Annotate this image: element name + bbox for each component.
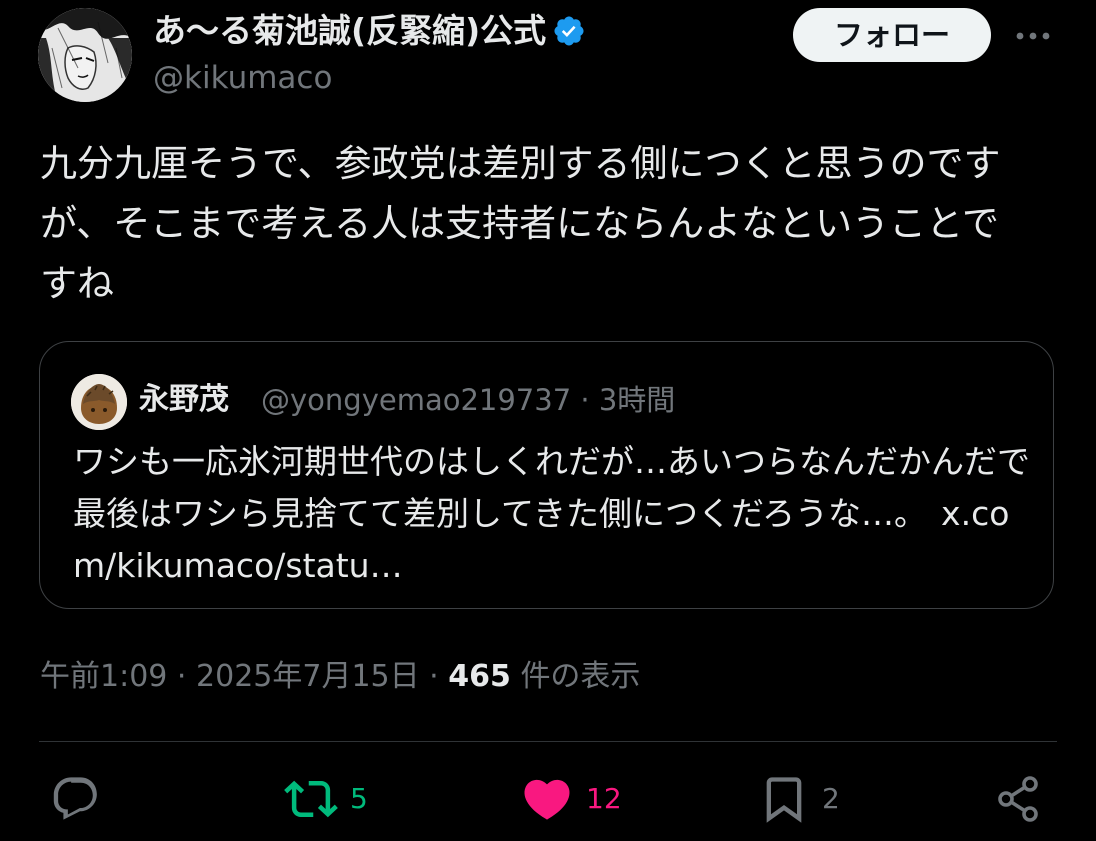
manga-portrait-avatar-icon [38, 8, 132, 102]
quote-text: ワシも一応氷河期世代のはしくれだが…あいつらなんだかんだで最後はワシら見捨てて差… [73, 436, 1033, 592]
meta-separator-2: · [429, 659, 439, 694]
quoted-tweet[interactable]: 永野茂 @yongyemao219737 · 3時間 ワシも一応氷河期世代のはし… [39, 341, 1054, 609]
views-label: 件の表示 [520, 659, 641, 694]
share-button[interactable] [994, 770, 1044, 828]
views-count: 465 [448, 659, 511, 694]
like-count: 12 [586, 782, 622, 815]
reply-button[interactable] [50, 770, 102, 828]
tweet-text: 九分九厘そうで、参政党は差別する側につくと思うのですが、そこまで考える人は支持者… [40, 142, 1001, 305]
author-handle[interactable]: @kikumaco [153, 56, 332, 100]
retweet-count: 5 [350, 782, 368, 815]
quote-author-name[interactable]: 永野茂 [139, 378, 229, 422]
quote-separator: · [580, 383, 590, 417]
chestnut-avatar-icon [71, 374, 127, 430]
bookmark-button[interactable]: 2 [758, 770, 840, 828]
quote-time[interactable]: 3時間 [599, 383, 675, 417]
author-display-name[interactable]: あ〜る菊池誠(反緊縮)公式 [153, 8, 586, 54]
more-horizontal-icon [1016, 32, 1050, 40]
verified-badge-icon [554, 16, 584, 46]
quote-author-meta: @yongyemao219737 · 3時間 [261, 378, 675, 422]
tweet-time[interactable]: 午前1:09 [40, 659, 167, 694]
tweet-detail: あ〜る菊池誠(反緊縮)公式 @kikumaco フォロー 九分九厘そうで、参政党… [0, 0, 1096, 841]
share-icon [998, 776, 1038, 822]
author-name-text: あ〜る菊池誠(反緊縮)公式 [153, 11, 547, 50]
bookmark-icon [766, 777, 802, 823]
heart-icon [524, 779, 570, 820]
author-avatar[interactable] [38, 8, 132, 102]
retweet-icon [284, 780, 338, 818]
tweet-date[interactable]: 2025年7月15日 [196, 659, 420, 694]
bookmark-count: 2 [822, 782, 840, 815]
divider [39, 741, 1057, 742]
reply-icon [53, 777, 97, 820]
like-button[interactable]: 12 [520, 770, 622, 828]
tweet-meta: 午前1:09 · 2025年7月15日 · 465 件の表示 [40, 654, 640, 700]
quote-text-body: ワシも一応氷河期世代のはしくれだが…あいつらなんだかんだで最後はワシら見捨てて差… [73, 442, 1030, 533]
quote-author-handle[interactable]: @yongyemao219737 [261, 383, 571, 417]
more-options-button[interactable] [1012, 18, 1056, 54]
quote-author-avatar[interactable] [71, 374, 127, 430]
retweet-button[interactable]: 5 [284, 770, 368, 828]
follow-button[interactable]: フォロー [793, 8, 991, 62]
meta-separator-1: · [176, 659, 187, 694]
